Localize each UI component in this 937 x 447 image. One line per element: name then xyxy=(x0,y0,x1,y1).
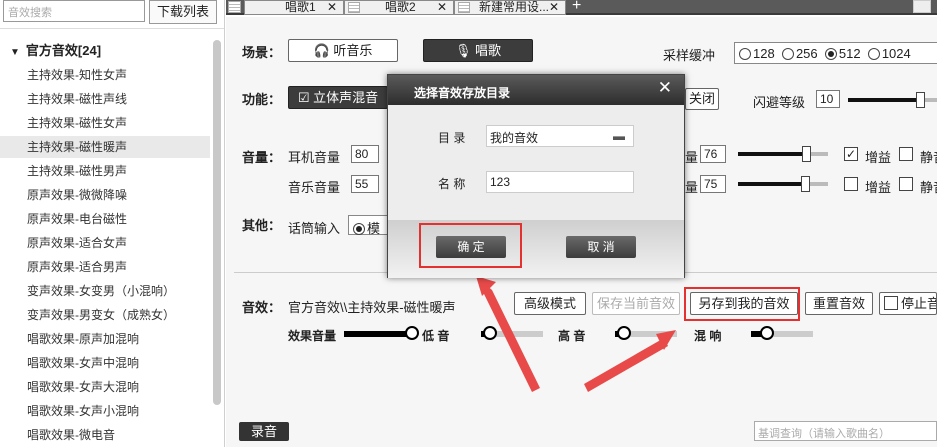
directory-value: 我的音效 xyxy=(490,131,539,145)
arrow-to-ok-icon xyxy=(478,278,540,392)
directory-select[interactable]: 我的音效 ▬ xyxy=(486,125,634,147)
close-icon[interactable]: ✕ xyxy=(658,78,672,98)
cancel-button[interactable]: 取 消 xyxy=(566,236,636,258)
directory-label: 目 录 xyxy=(438,131,466,145)
highlight-box xyxy=(419,223,522,268)
select-directory-dialog: 选择音效存放目录 ✕ 目 录 我的音效 ▬ 名 称 123 确 定 取 消 xyxy=(387,74,685,278)
name-input[interactable]: 123 xyxy=(486,171,634,193)
name-label: 名 称 xyxy=(438,177,466,191)
arrow-to-save-icon xyxy=(584,338,668,392)
dialog-title: 选择音效存放目录 xyxy=(388,75,684,105)
chevron-down-icon: ▬ xyxy=(613,129,625,143)
